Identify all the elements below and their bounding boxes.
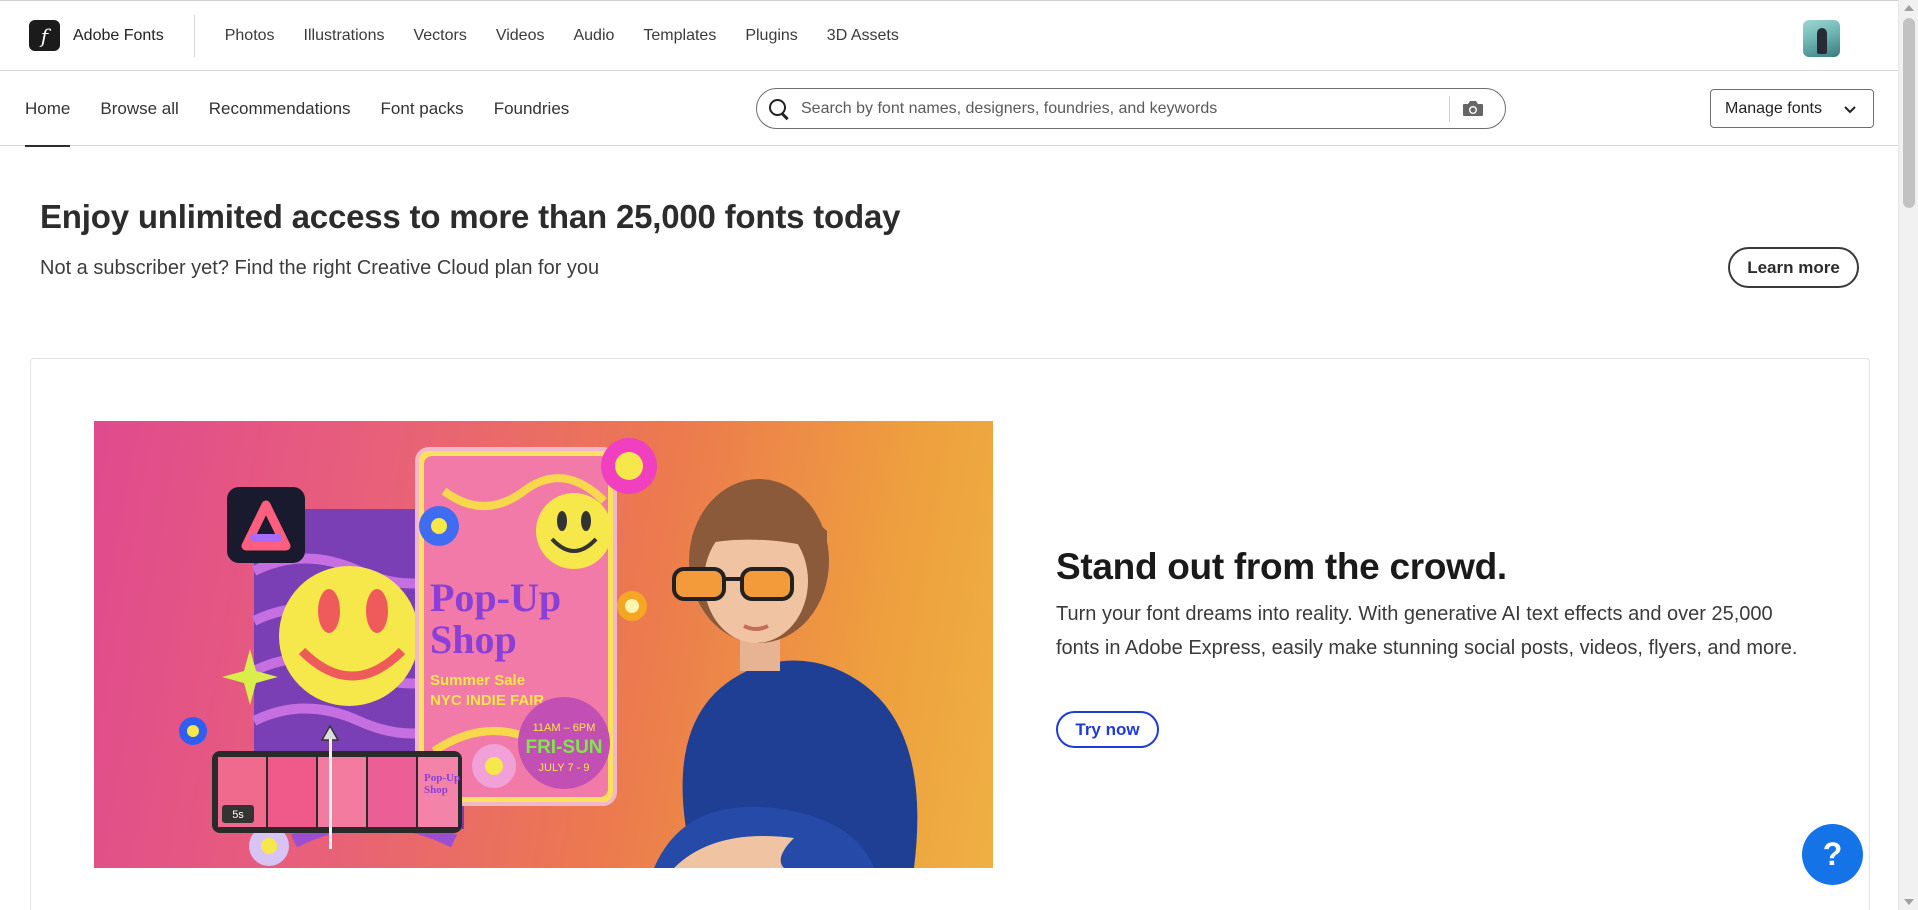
camera-icon[interactable] — [1462, 100, 1484, 117]
try-now-button[interactable]: Try now — [1056, 711, 1159, 748]
search-divider — [1449, 95, 1450, 122]
topnav-audio[interactable]: Audio — [573, 27, 614, 45]
topnav-vectors[interactable]: Vectors — [413, 27, 466, 45]
promo-subtitle: Not a subscriber yet? Find the right Cre… — [40, 257, 600, 279]
mini-title-1: Pop-Up — [424, 772, 460, 784]
avatar[interactable] — [1803, 20, 1840, 57]
global-nav: Photos Illustrations Vectors Videos Audi… — [225, 27, 928, 45]
search-input[interactable] — [801, 99, 1441, 118]
brand[interactable]: f Adobe Fonts — [0, 1, 164, 70]
help-button[interactable]: ? — [1802, 824, 1863, 885]
manage-fonts-button[interactable]: Manage fonts — [1710, 89, 1874, 128]
topnav-photos[interactable]: Photos — [225, 27, 275, 45]
scroll-thumb[interactable] — [1903, 18, 1915, 208]
scroll-up-arrow-icon[interactable] — [1904, 5, 1914, 11]
brand-name: Adobe Fonts — [73, 26, 164, 44]
topnav-plugins[interactable]: Plugins — [745, 27, 797, 45]
chevron-down-icon — [1843, 102, 1857, 120]
scrollbar[interactable] — [1898, 0, 1918, 910]
tab-recommendations[interactable]: Recommendations — [209, 72, 351, 146]
badge-dates: JULY 7 - 9 — [539, 762, 590, 774]
poster-title-1: Pop-Up — [430, 575, 561, 620]
fonts-nav: Home Browse all Recommendations Font pac… — [25, 72, 599, 147]
search-bar — [756, 88, 1506, 129]
tab-foundries[interactable]: Foundries — [494, 72, 570, 146]
search-icon[interactable] — [767, 97, 791, 121]
tab-browse-all[interactable]: Browse all — [100, 72, 178, 146]
poster-line-1: Summer Sale — [430, 672, 525, 689]
mini-title-2: Shop — [424, 784, 448, 796]
topnav-3d-assets[interactable]: 3D Assets — [827, 27, 899, 45]
promo-title: Enjoy unlimited access to more than 25,0… — [40, 198, 901, 235]
topnav-videos[interactable]: Videos — [496, 27, 545, 45]
badge-days: FRI-SUN — [525, 737, 602, 758]
tab-home[interactable]: Home — [25, 72, 71, 147]
card-title: Stand out from the crowd. — [1056, 546, 1507, 587]
clip-duration: 5s — [232, 809, 244, 821]
manage-fonts-label: Manage fonts — [1725, 99, 1822, 117]
topnav-illustrations[interactable]: Illustrations — [304, 27, 385, 45]
help-icon: ? — [1822, 836, 1843, 872]
header-divider — [193, 14, 195, 57]
poster-title-2: Shop — [430, 617, 517, 662]
global-header: f Adobe Fonts Photos Illustrations Vecto… — [0, 0, 1898, 71]
scroll-down-arrow-icon[interactable] — [1904, 899, 1914, 905]
badge-time: 11AM – 6PM — [533, 722, 596, 734]
fonts-nav-bar: Home Browse all Recommendations Font pac… — [0, 72, 1898, 147]
learn-more-button[interactable]: Learn more — [1728, 247, 1859, 288]
tab-font-packs[interactable]: Font packs — [381, 72, 464, 146]
topnav-templates[interactable]: Templates — [643, 27, 716, 45]
card-body: Turn your font dreams into reality. With… — [1056, 603, 1798, 659]
adobe-fonts-logo-icon: f — [29, 20, 60, 51]
hero-image: Pop-Up Shop Summer Sale NYC INDIE FAIR 1… — [94, 421, 993, 868]
poster-line-2: NYC INDIE FAIR — [430, 692, 544, 709]
